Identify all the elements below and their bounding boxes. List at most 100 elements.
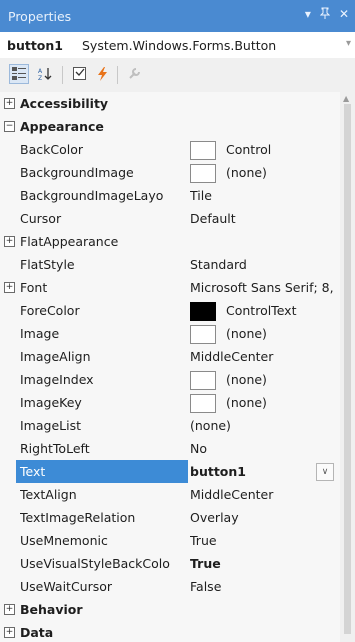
chevron-down-icon[interactable]: ▾ bbox=[346, 38, 351, 49]
property-name: UseWaitCursor bbox=[20, 579, 113, 594]
property-value[interactable]: (none) bbox=[226, 322, 340, 345]
property-name: ImageKey bbox=[20, 395, 82, 410]
property-row[interactable]: FlatStyle Standard bbox=[0, 253, 340, 276]
property-grid: + Accessibility − Appearance BackColor Contro… bbox=[0, 92, 340, 642]
events-icon[interactable] bbox=[93, 64, 113, 84]
property-name: BackgroundImageLayo bbox=[20, 188, 164, 203]
property-row[interactable]: UseWaitCursor False bbox=[0, 575, 340, 598]
property-value[interactable]: Standard bbox=[190, 253, 340, 276]
property-value[interactable] bbox=[190, 230, 340, 253]
scroll-up-icon[interactable]: ▲ bbox=[343, 94, 349, 103]
property-value[interactable]: Default bbox=[190, 207, 340, 230]
property-name: TextAlign bbox=[20, 487, 77, 502]
property-row[interactable]: ImageKey (none) bbox=[0, 391, 340, 414]
category-row[interactable]: + Data bbox=[0, 621, 340, 642]
scrollbar-thumb[interactable] bbox=[344, 104, 351, 634]
property-value[interactable]: Overlay bbox=[190, 506, 340, 529]
property-value[interactable]: False bbox=[190, 575, 340, 598]
category-label: Appearance bbox=[20, 119, 104, 134]
value-preview-swatch bbox=[190, 371, 216, 390]
property-row[interactable]: Cursor Default bbox=[0, 207, 340, 230]
property-value[interactable]: ControlText bbox=[226, 299, 340, 322]
property-value[interactable]: No bbox=[190, 437, 340, 460]
property-value[interactable]: (none) bbox=[226, 368, 340, 391]
category-row[interactable]: − Appearance bbox=[0, 115, 340, 138]
property-name: BackgroundImage bbox=[20, 165, 134, 180]
property-row[interactable]: Text button1 ∨ bbox=[0, 460, 340, 483]
property-row[interactable]: ForeColor ControlText bbox=[0, 299, 340, 322]
property-row[interactable]: + Font Microsoft Sans Serif; 8, bbox=[0, 276, 340, 299]
property-name: FlatAppearance bbox=[20, 234, 119, 249]
expand-icon[interactable]: + bbox=[4, 627, 15, 638]
category-row[interactable]: + Accessibility bbox=[0, 92, 340, 115]
expand-icon[interactable]: + bbox=[4, 236, 15, 247]
property-value[interactable]: (none) bbox=[190, 414, 340, 437]
svg-text:Z: Z bbox=[38, 75, 42, 82]
property-name: Font bbox=[20, 280, 48, 295]
property-value[interactable]: Microsoft Sans Serif; 8, bbox=[190, 276, 340, 299]
object-type: System.Windows.Forms.Button bbox=[82, 38, 277, 53]
property-row[interactable]: Image (none) bbox=[0, 322, 340, 345]
window-title: Properties bbox=[8, 9, 72, 24]
property-row[interactable]: UseMnemonic True bbox=[0, 529, 340, 552]
pin-icon[interactable] bbox=[319, 7, 331, 22]
value-preview-swatch bbox=[190, 164, 216, 183]
properties-window: Properties ▾ ✕ button1 System.Windows.Fo… bbox=[0, 0, 355, 642]
property-name: UseMnemonic bbox=[20, 533, 108, 548]
categorized-icon[interactable] bbox=[9, 64, 29, 84]
property-value[interactable]: (none) bbox=[226, 391, 340, 414]
property-name: ImageAlign bbox=[20, 349, 91, 364]
property-value[interactable]: MiddleCenter bbox=[190, 483, 340, 506]
property-row[interactable]: TextImageRelation Overlay bbox=[0, 506, 340, 529]
property-value[interactable]: Control bbox=[226, 138, 340, 161]
expand-icon[interactable]: + bbox=[4, 604, 15, 615]
expand-icon[interactable]: + bbox=[4, 282, 15, 293]
property-row[interactable]: TextAlign MiddleCenter bbox=[0, 483, 340, 506]
category-row[interactable]: + Behavior bbox=[0, 598, 340, 621]
alphabetical-icon[interactable]: A Z bbox=[35, 64, 55, 84]
property-name: Text bbox=[16, 460, 188, 483]
property-value[interactable]: MiddleCenter bbox=[190, 345, 340, 368]
svg-text:A: A bbox=[38, 68, 43, 75]
property-name: UseVisualStyleBackColo bbox=[20, 556, 170, 571]
property-name: TextImageRelation bbox=[20, 510, 136, 525]
properties-title-bar[interactable]: Properties ▾ ✕ bbox=[0, 0, 355, 32]
object-name: button1 bbox=[7, 38, 63, 53]
value-preview-swatch bbox=[190, 325, 216, 344]
value-preview-swatch bbox=[190, 302, 216, 321]
expand-icon[interactable]: + bbox=[4, 98, 15, 109]
property-name: Image bbox=[20, 326, 60, 341]
property-row[interactable]: BackColor Control bbox=[0, 138, 340, 161]
close-icon[interactable]: ✕ bbox=[339, 7, 349, 22]
category-label: Behavior bbox=[20, 602, 83, 617]
category-label: Data bbox=[20, 625, 54, 640]
property-row[interactable]: BackgroundImage (none) bbox=[0, 161, 340, 184]
property-value[interactable]: True bbox=[190, 529, 340, 552]
properties-icon[interactable] bbox=[70, 64, 90, 84]
property-pages-icon[interactable] bbox=[124, 64, 144, 84]
property-name: ImageIndex bbox=[20, 372, 94, 387]
property-name: BackColor bbox=[20, 142, 83, 157]
property-row[interactable]: RightToLeft No bbox=[0, 437, 340, 460]
property-row[interactable]: ImageIndex (none) bbox=[0, 368, 340, 391]
property-row[interactable]: + FlatAppearance bbox=[0, 230, 340, 253]
property-row[interactable]: UseVisualStyleBackColo True bbox=[0, 552, 340, 575]
value-preview-swatch bbox=[190, 141, 216, 160]
property-value[interactable]: True bbox=[190, 552, 340, 575]
window-position-dropdown-icon[interactable]: ▾ bbox=[305, 7, 311, 22]
category-label: Accessibility bbox=[20, 96, 109, 111]
property-name: RightToLeft bbox=[20, 441, 90, 456]
property-name: Cursor bbox=[20, 211, 62, 226]
property-row[interactable]: ImageList (none) bbox=[0, 414, 340, 437]
object-selector[interactable]: button1 System.Windows.Forms.Button ▾ bbox=[0, 32, 355, 59]
property-value[interactable]: (none) bbox=[226, 161, 340, 184]
property-row[interactable]: BackgroundImageLayo Tile bbox=[0, 184, 340, 207]
vertical-scrollbar[interactable]: ▲ bbox=[340, 92, 355, 642]
properties-toolbar: A Z bbox=[0, 58, 355, 92]
collapse-icon[interactable]: − bbox=[4, 121, 15, 132]
property-name: ImageList bbox=[20, 418, 81, 433]
property-value[interactable]: Tile bbox=[190, 184, 340, 207]
value-preview-swatch bbox=[190, 394, 216, 413]
chevron-down-icon[interactable]: ∨ bbox=[316, 463, 334, 481]
property-row[interactable]: ImageAlign MiddleCenter bbox=[0, 345, 340, 368]
